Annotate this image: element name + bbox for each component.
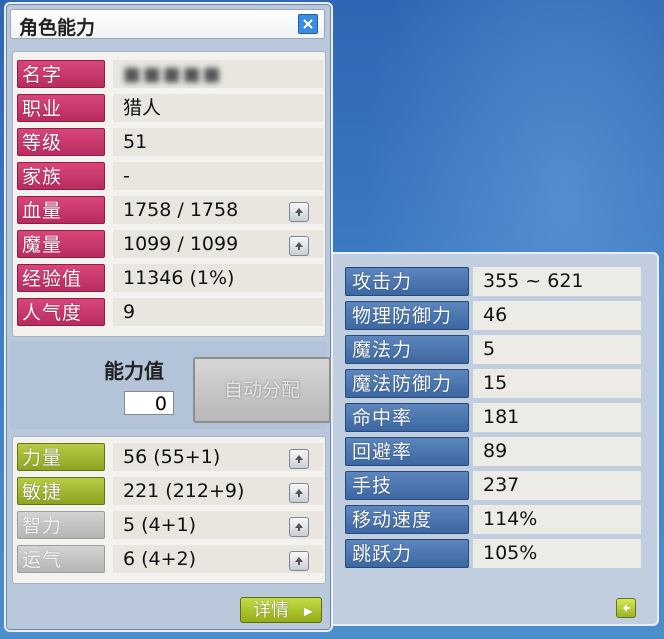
detail-row-hands: 手技 237 — [345, 470, 641, 502]
character-stats-window: 角色能力 名字 ■■■■■ 职业 猎人 等级 51 家族 - 血量 1758 /… — [4, 2, 333, 632]
hp-up-button[interactable] — [289, 202, 309, 222]
detail-value: 237 — [473, 471, 641, 500]
detail-row-physical-defense: 物理防御力 46 — [345, 300, 641, 332]
profile-row-level: 等级 51 — [13, 127, 323, 158]
stat-label: 力量 — [17, 443, 105, 471]
detail-value: 355 ~ 621 — [473, 267, 641, 296]
str-up-button[interactable] — [289, 449, 309, 469]
window-title: 角色能力 — [19, 17, 96, 39]
detail-label: 跳跃力 — [345, 539, 469, 568]
detail-label: 手技 — [345, 471, 469, 500]
close-button[interactable] — [298, 14, 318, 34]
chevron-right-icon: ▶ — [303, 604, 313, 618]
detail-value: 181 — [473, 403, 641, 432]
arrow-up-icon — [295, 455, 303, 463]
stat-row-str: 力量 56 (55+1) — [13, 442, 323, 473]
detail-label: 物理防御力 — [345, 301, 469, 330]
character-name-blurred: ■■■■■ — [123, 63, 223, 85]
profile-value: 51 — [113, 128, 323, 156]
arrow-up-icon — [295, 489, 303, 497]
profile-value: 9 — [113, 298, 323, 326]
stat-label: 敏捷 — [17, 477, 105, 505]
collapse-detail-button[interactable] — [616, 598, 636, 618]
stat-label: 运气 — [17, 545, 105, 573]
detail-row-magic-defense: 魔法防御力 15 — [345, 368, 641, 400]
stat-row-dex: 敏捷 221 (212+9) — [13, 476, 323, 507]
profile-value: 猎人 — [113, 94, 323, 122]
window-title-bar[interactable]: 角色能力 — [10, 9, 325, 39]
arrow-left-icon — [623, 604, 630, 612]
mp-up-button[interactable] — [289, 236, 309, 256]
profile-row-name: 名字 ■■■■■ — [13, 59, 323, 90]
profile-panel: 名字 ■■■■■ 职业 猎人 等级 51 家族 - 血量 1758 / 1758… — [12, 51, 326, 337]
stat-label: 智力 — [17, 511, 105, 539]
detail-label: 回避率 — [345, 437, 469, 466]
profile-value: - — [113, 162, 323, 190]
arrow-up-icon — [295, 242, 303, 250]
stat-row-int: 智力 5 (4+1) — [13, 510, 323, 541]
arrow-up-icon — [295, 523, 303, 531]
profile-row-fame: 人气度 9 — [13, 297, 323, 328]
profile-label: 等级 — [17, 128, 105, 156]
profile-label: 经验值 — [17, 264, 105, 292]
detail-row-accuracy: 命中率 181 — [345, 402, 641, 434]
detail-value: 5 — [473, 335, 641, 364]
detail-row-avoidability: 回避率 89 — [345, 436, 641, 468]
dex-up-button[interactable] — [289, 483, 309, 503]
detail-button-label: 详情 — [253, 600, 289, 621]
detail-label: 命中率 — [345, 403, 469, 432]
profile-label: 人气度 — [17, 298, 105, 326]
detail-value: 46 — [473, 301, 641, 330]
profile-row-job: 职业 猎人 — [13, 93, 323, 124]
detail-value: 89 — [473, 437, 641, 466]
ability-points-area: 能力值 0 自动分配 — [10, 341, 331, 429]
profile-row-hp: 血量 1758 / 1758 — [13, 195, 323, 226]
profile-row-guild: 家族 - — [13, 161, 323, 192]
profile-row-mp: 魔量 1099 / 1099 — [13, 229, 323, 260]
arrow-up-icon — [295, 208, 303, 216]
detail-label: 魔法力 — [345, 335, 469, 364]
detail-row-attack: 攻击力 355 ~ 621 — [345, 266, 641, 298]
profile-value: 11346 (1%) — [113, 264, 323, 292]
profile-label: 魔量 — [17, 230, 105, 258]
profile-value: ■■■■■ — [113, 60, 323, 88]
detail-button[interactable]: 详情 ▶ — [240, 597, 322, 623]
profile-label: 职业 — [17, 94, 105, 122]
stats-panel: 力量 56 (55+1) 敏捷 221 (212+9) 智力 5 (4+1) 运… — [12, 436, 326, 584]
profile-row-exp: 经验值 11346 (1%) — [13, 263, 323, 294]
profile-label: 血量 — [17, 196, 105, 224]
detail-value: 114% — [473, 505, 641, 534]
detail-row-magic: 魔法力 5 — [345, 334, 641, 366]
detail-value: 15 — [473, 369, 641, 398]
detail-row-speed: 移动速度 114% — [345, 504, 641, 536]
int-up-button[interactable] — [289, 517, 309, 537]
auto-assign-button[interactable]: 自动分配 — [193, 357, 331, 423]
arrow-up-icon — [295, 557, 303, 565]
profile-label: 家族 — [17, 162, 105, 190]
detail-label: 移动速度 — [345, 505, 469, 534]
detail-stats-window: 攻击力 355 ~ 621 物理防御力 46 魔法力 5 魔法防御力 15 命中… — [327, 252, 659, 626]
detail-row-jump: 跳跃力 105% — [345, 538, 641, 570]
luk-up-button[interactable] — [289, 551, 309, 571]
detail-label: 攻击力 — [345, 267, 469, 296]
ability-points-label: 能力值 — [104, 359, 164, 383]
close-icon — [303, 19, 313, 29]
profile-label: 名字 — [17, 60, 105, 88]
stat-row-luk: 运气 6 (4+2) — [13, 544, 323, 575]
detail-value: 105% — [473, 539, 641, 568]
ability-points-value: 0 — [124, 391, 174, 415]
detail-label: 魔法防御力 — [345, 369, 469, 398]
